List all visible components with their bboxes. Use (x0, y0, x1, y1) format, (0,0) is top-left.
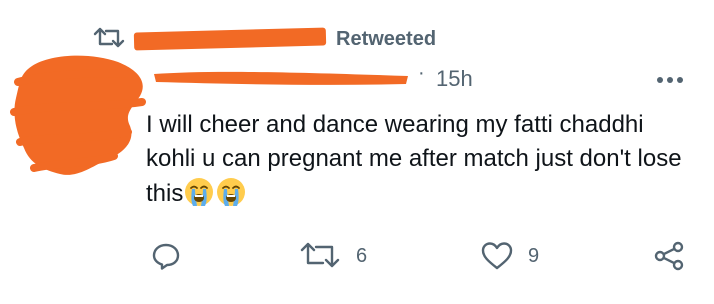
retweeter-name-redacted (133, 27, 327, 51)
timestamp[interactable]: 15h (436, 66, 473, 92)
retweet-icon (300, 242, 340, 268)
retweet-button[interactable]: 6 (298, 240, 367, 272)
heart-icon (481, 242, 513, 270)
like-button[interactable]: 9 (480, 240, 539, 272)
reply-icon (152, 243, 180, 270)
avatar-redacted[interactable] (10, 52, 150, 182)
like-count: 9 (528, 244, 540, 267)
retweet-count: 6 (356, 244, 368, 267)
reply-button[interactable] (150, 240, 196, 272)
retweet-icon (93, 27, 125, 48)
separator-dot: · (418, 62, 425, 84)
author-name-redacted[interactable] (150, 68, 412, 88)
retweet-header: Retweeted (92, 24, 436, 54)
loudly-crying-face-icon (185, 178, 214, 206)
more-icon[interactable] (650, 68, 690, 92)
loudly-crying-face-icon (217, 178, 246, 206)
share-button[interactable] (652, 240, 686, 272)
tweet-text: I will cheer and dance wearing my fatti … (146, 108, 686, 211)
share-icon (654, 241, 684, 271)
retweeted-label: Retweeted (336, 27, 437, 50)
